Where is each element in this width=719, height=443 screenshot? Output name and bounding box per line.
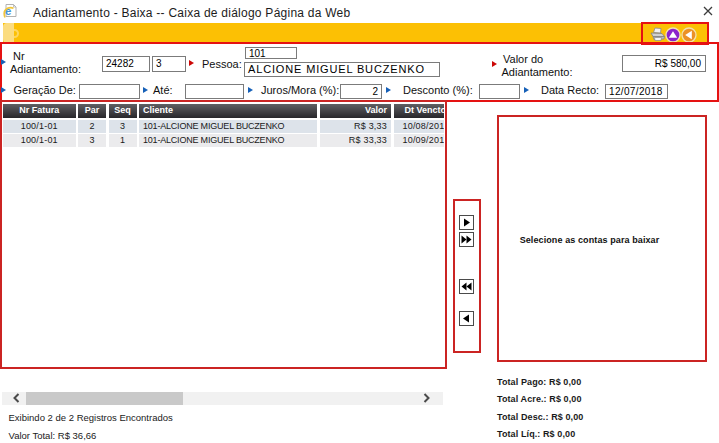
svg-text:e: e [5,5,11,17]
